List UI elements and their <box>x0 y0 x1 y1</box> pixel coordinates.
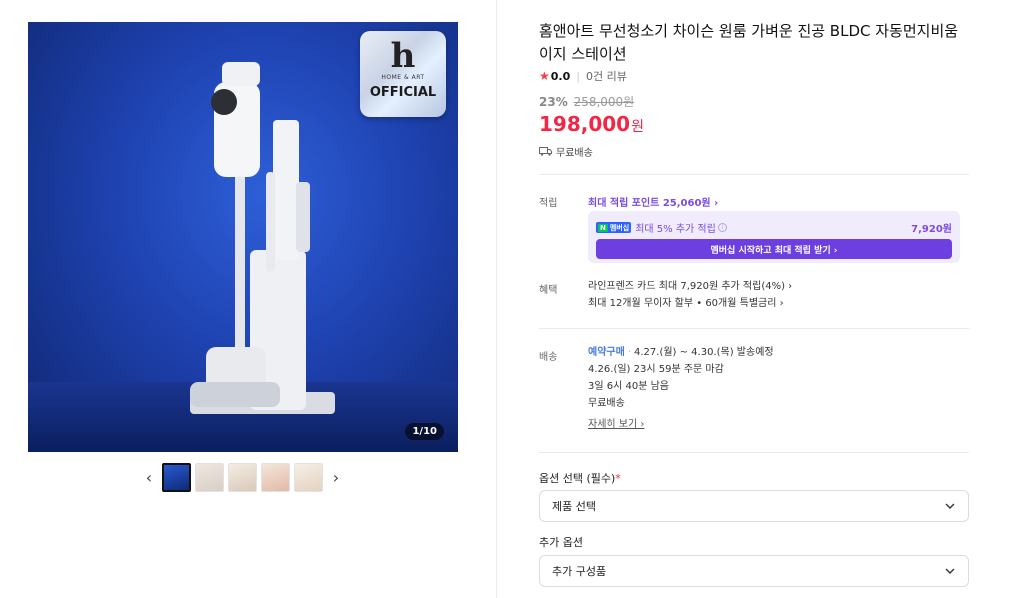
view-details-link[interactable]: 자세히 보기 › <box>588 419 644 430</box>
price-row: 198,000 원 <box>539 112 644 136</box>
required-option-label: 옵션 선택 (필수)* <box>539 472 621 485</box>
rating-value: 0.0 <box>550 69 571 83</box>
extra-option-select[interactable]: 추가 구성품 <box>539 555 969 587</box>
main-product-image[interactable]: h HOME & ART OFFICIAL 1/10 <box>28 22 458 452</box>
star-icon: ★ <box>539 69 550 83</box>
original-price: 258,000원 <box>573 95 635 109</box>
thumbnail-2[interactable] <box>195 462 224 492</box>
rating-row: ★ 0.0 | 0건 리뷰 <box>539 68 627 84</box>
divider-bar: | <box>576 69 580 83</box>
next-arrow-icon[interactable]: › <box>327 463 345 491</box>
chevron-down-icon <box>945 568 955 574</box>
product-title: 홈앤아트 무선청소기 차이슨 원룸 가벼운 진공 BLDC 자동먼지비움 이지 … <box>539 22 959 63</box>
thumbnail-5[interactable] <box>294 462 323 492</box>
sale-price: 198,000 <box>539 112 631 136</box>
npay-promo-text: 최대 5% 추가 적립 <box>635 224 716 235</box>
card-benefit-link[interactable]: 라인프렌즈 카드 최대 7,920원 추가 적립(4%) › <box>588 278 792 295</box>
shipping-summary: 무료배송 <box>539 144 593 159</box>
discount-rate: 23% <box>539 95 568 109</box>
reserve-purchase-badge: 예약구매 <box>588 347 625 358</box>
thumbnail-3[interactable] <box>228 462 257 492</box>
dot-separator: · <box>627 347 631 358</box>
discount-row: 23% 258,000원 <box>539 93 634 110</box>
info-icon[interactable]: i <box>717 223 727 232</box>
delivery-label: 배송 <box>539 352 558 363</box>
price-unit: 원 <box>631 119 644 135</box>
thumbnail-row: ‹ › <box>140 462 345 492</box>
npay-promo: N 멤버십 최대 5% 추가 적립 i <box>596 220 727 235</box>
review-count-link[interactable]: 0건 리뷰 <box>586 68 627 84</box>
product-option-select[interactable]: 제품 선택 <box>539 490 969 522</box>
start-membership-button[interactable]: 멤버십 시작하고 최대 적립 받기 › <box>596 239 952 259</box>
official-brand-badge: h HOME & ART OFFICIAL <box>360 31 446 117</box>
home-and-art-logo-icon: h <box>390 36 416 76</box>
thumbnail-1[interactable] <box>162 462 191 492</box>
shipping-free-text: 무료배송 <box>556 148 593 159</box>
section-divider <box>539 328 969 329</box>
installment-benefit-link[interactable]: 최대 12개월 무이자 할부 • 60개월 특별금리 › <box>588 295 792 312</box>
extra-option-value: 추가 구성품 <box>552 565 607 578</box>
npay-membership-box: N 멤버십 최대 5% 추가 적립 i 7,920원 멤버십 시작하고 최대 적립… <box>588 211 960 263</box>
order-deadline: 4.26.(일) 23시 59분 주문 마감 <box>588 364 724 375</box>
delivery-info: 예약구매 · 4.27.(월) ~ 4.30.(목) 발송예정 4.26.(일) 2… <box>588 344 774 433</box>
points-label: 적립 <box>539 198 558 209</box>
benefits-list: 라인프렌즈 카드 최대 7,920원 추가 적립(4%) › 최대 12개월 무… <box>588 278 792 312</box>
shipping-schedule: 4.27.(월) ~ 4.30.(목) 발송예정 <box>634 347 774 358</box>
prev-arrow-icon[interactable]: ‹ <box>140 463 158 491</box>
time-remaining: 3일 6시 40분 남음 <box>588 381 669 392</box>
section-divider <box>539 174 969 175</box>
product-option-value: 제품 선택 <box>552 500 596 513</box>
section-divider <box>539 452 969 453</box>
benefits-label: 혜택 <box>539 285 558 296</box>
delivery-free-text: 무료배송 <box>588 398 625 409</box>
npay-amount: 7,920원 <box>911 224 952 235</box>
truck-icon <box>539 147 552 156</box>
badge-official-text: OFFICIAL <box>369 85 437 100</box>
image-counter: 1/10 <box>405 423 444 440</box>
max-points-link[interactable]: 최대 적립 포인트 25,060원 › <box>588 194 718 209</box>
thumbnail-4[interactable] <box>261 462 290 492</box>
npay-membership-logo-icon: N 멤버십 <box>596 222 632 233</box>
chevron-down-icon <box>945 503 955 509</box>
product-gallery: h HOME & ART OFFICIAL 1/10 ‹ › <box>0 0 497 598</box>
required-mark: * <box>615 472 621 485</box>
extra-option-label: 추가 옵션 <box>539 536 583 549</box>
badge-brand-text: HOME & ART <box>381 74 425 81</box>
